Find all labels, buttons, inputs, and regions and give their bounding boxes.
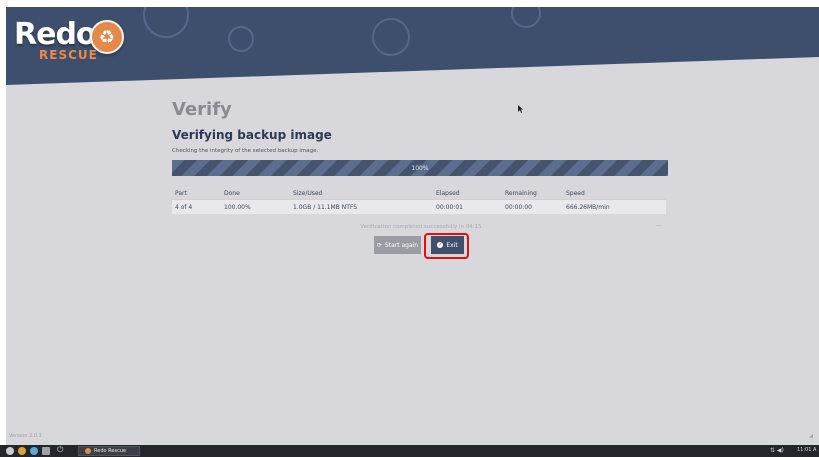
taskbar-app-label: Redo Rescue bbox=[94, 448, 127, 454]
progress-label: 100% bbox=[411, 164, 429, 172]
cell-part: 4 of 4 bbox=[172, 199, 221, 214]
cell-size-used: 1.0GB / 11.1MB NTFS bbox=[290, 199, 433, 214]
cell-remaining: 00:00:00 bbox=[502, 199, 563, 214]
col-done: Done bbox=[224, 189, 240, 197]
mouse-pointer-icon bbox=[518, 105, 523, 113]
col-part: Part bbox=[175, 189, 187, 197]
page-title: Verify bbox=[172, 99, 232, 120]
network-icon[interactable]: ⇅ ◀) bbox=[770, 447, 784, 454]
table-header-row: Part Done Size/Used Elapsed Remaining Sp… bbox=[172, 187, 666, 200]
power-icon[interactable]: ⏻ bbox=[57, 445, 65, 454]
start-again-label: Start again bbox=[384, 241, 419, 249]
col-size-used: Size/Used bbox=[293, 189, 323, 197]
cell-speed: 666.26MB/min bbox=[563, 199, 666, 214]
clock[interactable]: 11:01 A bbox=[797, 447, 816, 453]
exit-button[interactable]: ✓ Exit bbox=[431, 236, 464, 254]
progress-bar: 100% bbox=[172, 160, 668, 176]
cell-done: 100.00% bbox=[221, 199, 290, 214]
taskbar: ⏻ Redo Rescue ⇅ ◀) 11:01 A bbox=[0, 445, 819, 457]
app-window: Redo ♻ RESCUE Verify Verifying backup im… bbox=[6, 7, 819, 445]
progress-table: Part Done Size/Used Elapsed Remaining Sp… bbox=[172, 187, 666, 214]
taskbar-app-redo[interactable]: Redo Rescue bbox=[78, 446, 140, 456]
col-speed: Speed bbox=[566, 189, 585, 197]
redo-app-icon bbox=[85, 448, 91, 454]
more-icon[interactable]: ··· bbox=[656, 223, 662, 230]
logo-subtitle: RESCUE bbox=[39, 48, 98, 62]
cell-elapsed: 00:00:01 bbox=[433, 199, 502, 214]
exit-label: Exit bbox=[446, 241, 458, 249]
header-background bbox=[6, 7, 819, 85]
section-subtitle: Verifying backup image bbox=[172, 128, 332, 142]
header-banner: Redo ♻ RESCUE bbox=[6, 7, 819, 89]
col-elapsed: Elapsed bbox=[436, 189, 460, 197]
browser-icon[interactable] bbox=[18, 447, 26, 455]
files-icon[interactable] bbox=[30, 447, 38, 455]
status-message: Verification completed successfully in 0… bbox=[360, 224, 482, 230]
resize-grip-icon[interactable]: ◢ bbox=[809, 433, 813, 439]
section-description: Checking the integrity of the selected b… bbox=[172, 148, 319, 154]
col-remaining: Remaining bbox=[505, 189, 537, 197]
menu-icon[interactable] bbox=[6, 447, 14, 455]
terminal-icon[interactable] bbox=[42, 447, 50, 455]
start-again-button[interactable]: ⟳ Start again bbox=[374, 236, 421, 254]
table-row: 4 of 4 100.00% 1.0GB / 11.1MB NTFS 00:00… bbox=[172, 199, 666, 214]
logo-text: Redo bbox=[14, 17, 97, 52]
refresh-icon: ⟳ bbox=[376, 241, 382, 249]
check-circle-icon: ✓ bbox=[437, 242, 444, 248]
version-label: Version 2.0.1 bbox=[9, 433, 42, 439]
verify-panel: Verify Verifying backup image Checking t… bbox=[172, 99, 666, 154]
